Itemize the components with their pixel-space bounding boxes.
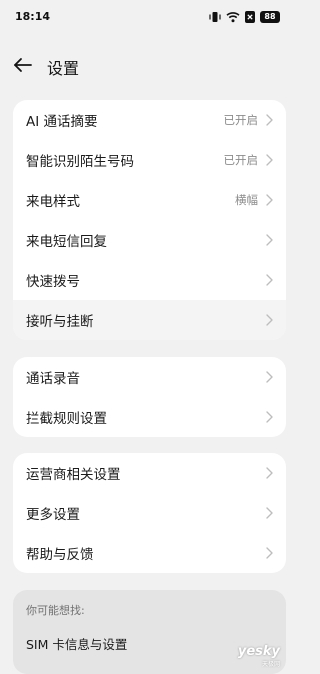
suggestions-card: 你可能想找: SIM 卡信息与设置 yesky 天极网	[13, 590, 286, 674]
chevron-right-icon	[266, 547, 273, 559]
row-status: 横幅	[235, 193, 258, 207]
chevron-right-icon	[266, 234, 273, 246]
chevron-right-icon	[266, 194, 273, 206]
row-carrier-settings[interactable]: 运营商相关设置	[13, 453, 286, 493]
row-incoming-call-style[interactable]: 来电样式 横幅	[13, 180, 286, 220]
row-label: 运营商相关设置	[26, 467, 121, 483]
row-answer-hangup[interactable]: 接听与挂断	[13, 300, 286, 340]
row-label: 快速拨号	[26, 274, 80, 290]
row-speed-dial[interactable]: 快速拨号	[13, 260, 286, 300]
status-icons: 88	[209, 10, 280, 24]
arrow-left-icon	[12, 58, 34, 80]
row-label: 帮助与反馈	[26, 547, 94, 563]
chevron-right-icon	[266, 467, 273, 479]
row-status: 已开启	[223, 113, 259, 127]
row-ai-call-summary[interactable]: AI 通话摘要 已开启	[13, 100, 286, 140]
row-label: 拦截规则设置	[26, 411, 107, 427]
watermark-sub: 天极网	[261, 661, 280, 668]
chevron-right-icon	[266, 274, 273, 286]
chevron-right-icon	[266, 154, 273, 166]
status-bar: 18:14 88	[0, 0, 300, 36]
chevron-right-icon	[266, 411, 273, 423]
row-label: 智能识别陌生号码	[26, 154, 134, 170]
watermark-main: yesky	[237, 644, 280, 659]
wifi-icon	[226, 11, 240, 23]
row-label: 来电样式	[26, 194, 80, 210]
row-status: 已开启	[223, 153, 259, 167]
row-label: 来电短信回复	[26, 234, 107, 250]
row-unknown-number-id[interactable]: 智能识别陌生号码 已开启	[13, 140, 286, 180]
chevron-right-icon	[266, 507, 273, 519]
watermark-logo: yesky 天极网	[238, 644, 280, 668]
chevron-right-icon	[266, 314, 273, 326]
vibrate-icon	[209, 11, 221, 23]
status-time: 18:14	[15, 10, 51, 23]
row-label: AI 通话摘要	[26, 114, 98, 130]
settings-group-recording: 通话录音 拦截规则设置	[13, 357, 286, 437]
suggestion-sim-card[interactable]: SIM 卡信息与设置	[26, 634, 127, 653]
row-call-recording[interactable]: 通话录音	[13, 357, 286, 397]
row-label: 接听与挂断	[26, 314, 94, 330]
settings-group-calls: AI 通话摘要 已开启 智能识别陌生号码 已开启 来电样式 横幅 来电短信回复 …	[13, 100, 286, 340]
row-sms-reply[interactable]: 来电短信回复	[13, 220, 286, 260]
row-label: 通话录音	[26, 371, 80, 387]
back-button[interactable]	[12, 54, 36, 76]
suggestions-title: 你可能想找:	[26, 604, 85, 617]
battery-icon: 88	[260, 11, 280, 23]
header: 设置	[0, 46, 300, 84]
chevron-right-icon	[266, 371, 273, 383]
row-help-feedback[interactable]: 帮助与反馈	[13, 533, 286, 573]
row-more-settings[interactable]: 更多设置	[13, 493, 286, 533]
close-box-icon	[245, 11, 255, 23]
chevron-right-icon	[266, 114, 273, 126]
row-block-rules[interactable]: 拦截规则设置	[13, 397, 286, 437]
settings-group-more: 运营商相关设置 更多设置 帮助与反馈	[13, 453, 286, 573]
page-title: 设置	[47, 59, 80, 78]
row-label: 更多设置	[26, 507, 80, 523]
